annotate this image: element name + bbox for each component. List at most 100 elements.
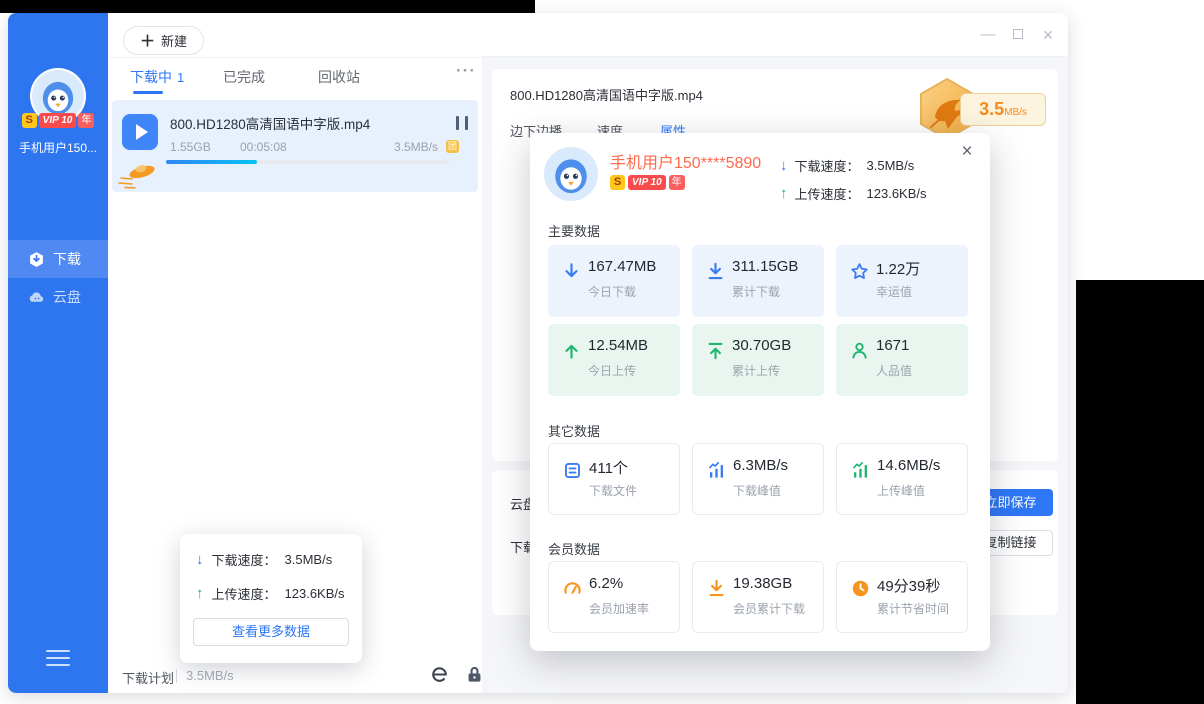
task-title: 800.HD1280高清国语中字版.mp4 [170,113,432,133]
popup-upload-speed-row: ↑ 上传速度： 123.6KB/s [780,184,927,203]
tab-downloading[interactable]: 下载中1 [130,67,184,87]
minimize-button[interactable]: — [976,23,1000,47]
total-upload-card: 30.70GB 累计上传 [692,324,824,396]
stat-label: 幸运值 [876,283,912,300]
section-title-other: 其它数据 [548,421,600,440]
tab-trash[interactable]: 回收站 [318,67,360,87]
tab-label: 下载中 [130,69,172,85]
gauge-icon [563,579,582,598]
today-upload-card: 12.54MB 今日上传 [548,324,680,396]
section-title-main: 主要数据 [548,221,600,240]
progress-fill [166,160,257,164]
download-speed-label: 下载速度： [212,550,277,569]
file-list-icon [563,461,582,480]
svip-icon: S [22,113,37,128]
pause-button[interactable] [456,116,468,130]
stat-value: 6.3MB/s [733,457,788,474]
stat-label: 人品值 [876,362,912,379]
svip-icon: S [610,175,625,190]
popup-download-row: ↓ 下载速度： 3.5MB/s [196,550,332,569]
stat-value: 411个 [589,457,628,478]
stat-value: 311.15GB [732,258,798,275]
arrow-down-icon: ↓ [780,157,788,174]
section-title-member: 会员数据 [548,539,600,558]
download-hexagon-icon [28,251,45,268]
new-task-label: 新建 [161,31,187,50]
karma-value-card: 1671 人品值 [836,324,968,396]
download-task-row[interactable]: 800.HD1280高清国语中字版.mp4 1.55GB 00:05:08 3.… [112,100,478,192]
browser-e-icon[interactable] [430,665,449,684]
stat-value: 12.54MB [588,337,648,354]
stat-value: 19.38GB [733,575,792,592]
upload-speed-value: 123.6KB/s [867,186,927,201]
sidebar-username[interactable]: 手机用户150... [8,139,108,156]
sidebar-vip-badge[interactable]: S VIP 10 年 [8,113,108,128]
stat-value: 14.6MB/s [877,457,940,474]
download-plan-label[interactable]: 下载计划 [122,668,174,687]
upload-speed-value: 123.6KB/s [285,586,345,601]
screen: S VIP 10 年 手机用户150... 下载 云盘 ＋ 新建 [0,0,1204,704]
upload-speed-label: 上传速度： [795,184,860,203]
upload-peak-card: 14.6MB/s 上传峰值 [836,443,968,515]
today-download-card: 167.47MB 今日下载 [548,245,680,317]
stat-label: 下载峰值 [733,482,781,499]
menu-hamburger-icon[interactable] [46,645,70,671]
stat-value: 167.47MB [588,258,656,275]
arrow-down-to-bar-icon [707,579,726,598]
member-accel-card: 6.2% 会员加速率 [548,561,680,633]
stat-label: 累计节省时间 [877,600,949,617]
statusbar-icons [430,665,484,684]
download-peak-card: 6.3MB/s 下载峰值 [692,443,824,515]
popup-username: 手机用户150****5890 [610,149,761,173]
member-total-download-card: 19.38GB 会员累计下载 [692,561,824,633]
vip-level-badge: VIP 10 [628,175,666,190]
arrow-down-to-bar-icon [706,262,725,281]
arrow-up-icon [562,341,581,360]
stat-label: 会员加速率 [589,600,649,617]
divider [176,669,177,683]
stat-label: 累计上传 [732,362,780,379]
sidebar-item-label: 云盘 [53,287,81,307]
sidebar-item-download[interactable]: 下载 [8,240,108,278]
play-button[interactable] [122,114,158,150]
stat-value: 1671 [876,337,909,354]
popup-vip-badges: S VIP 10 年 [610,175,685,190]
arrow-down-icon [562,262,581,281]
more-tabs-icon[interactable]: ··· [456,61,476,81]
statusbar-speed: 3.5MB/s [186,668,234,683]
stats-popup: × 手机用户150****5890 S VIP 10 年 ↓ 下载速度： 3.5… [530,133,990,651]
task-speed: 3.5MB/s [394,140,438,154]
bar-chart-icon [851,461,870,480]
stat-label: 今日上传 [588,362,636,379]
speedup-badge-icon: 团 [446,140,459,153]
stat-label: 下载文件 [589,482,637,499]
progress-bar [166,160,449,164]
vip-year-badge: 年 [78,113,94,128]
total-download-card: 311.15GB 累计下载 [692,245,824,317]
stat-label: 今日下载 [588,283,636,300]
titlebar: — × [482,13,1068,57]
bar-chart-icon [707,461,726,480]
task-size: 1.55GB [170,140,211,154]
active-tab-underline [133,91,163,94]
popup-download-speed-row: ↓ 下载速度： 3.5MB/s [780,156,914,175]
sidebar-item-cloud[interactable]: 云盘 [8,278,108,316]
tab-completed[interactable]: 已完成 [223,67,265,87]
sidebar-item-label: 下载 [53,249,81,269]
black-right-rect [1076,280,1204,704]
upload-speed-label: 上传速度： [212,584,277,603]
detail-file-title: 800.HD1280高清国语中字版.mp4 [510,85,703,104]
view-more-data-button[interactable]: 查看更多数据 [193,618,349,646]
new-task-button[interactable]: ＋ 新建 [123,26,204,55]
stat-label: 上传峰值 [877,482,925,499]
speed-plaque: 3.5MB/s [960,93,1046,126]
popup-upload-row: ↑ 上传速度： 123.6KB/s [196,584,345,603]
download-speed-value: 3.5MB/s [867,158,915,173]
stat-label: 累计下载 [732,283,780,300]
arrow-up-icon: ↑ [196,585,204,602]
saved-time-card: 49分39秒 累计节省时间 [836,561,968,633]
close-window-button[interactable]: × [1036,23,1060,47]
close-popup-icon[interactable]: × [954,139,980,165]
vip-year-badge: 年 [669,175,685,190]
maximize-button[interactable] [1006,23,1030,47]
